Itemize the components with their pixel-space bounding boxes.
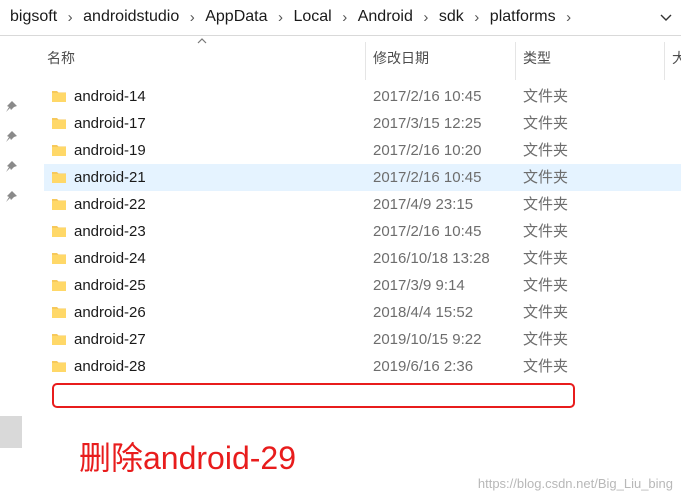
file-type: 文件夹 — [523, 250, 569, 267]
file-date: 2017/2/16 10:45 — [373, 223, 482, 240]
file-list: android-14 2017/2/16 10:45 文件夹 android-17 20… — [44, 83, 681, 380]
chevron-down-icon — [660, 14, 672, 21]
file-type: 文件夹 — [523, 304, 569, 321]
column-size[interactable]: 大 — [672, 36, 681, 80]
file-type: 文件夹 — [523, 331, 569, 348]
watermark: https://blog.csdn.net/Big_Liu_bing — [477, 476, 673, 491]
breadcrumb-separator-icon[interactable]: › — [273, 9, 287, 26]
file-date: 2017/3/15 12:25 — [373, 115, 482, 132]
breadcrumb-item-android[interactable]: Android — [356, 8, 415, 26]
file-type: 文件夹 — [523, 169, 569, 186]
file-type: 文件夹 — [523, 88, 569, 105]
column-type[interactable]: 类型 — [523, 36, 551, 80]
file-type: 文件夹 — [523, 358, 569, 375]
file-row[interactable]: android-27 2019/10/15 9:22 文件夹 — [44, 326, 681, 353]
file-row[interactable]: android-19 2017/2/16 10:20 文件夹 — [44, 137, 681, 164]
file-row[interactable]: android-21 2017/2/16 10:45 文件夹 — [44, 164, 681, 191]
file-date: 2017/2/16 10:45 — [373, 88, 482, 105]
folder-icon — [52, 226, 66, 237]
file-type: 文件夹 — [523, 223, 569, 240]
column-divider[interactable] — [664, 42, 665, 80]
pin-icon[interactable] — [4, 130, 18, 144]
breadcrumb-item-bigsoft[interactable]: bigsoft — [8, 8, 59, 26]
file-row[interactable]: android-23 2017/2/16 10:45 文件夹 — [44, 218, 681, 245]
breadcrumb-separator-icon[interactable]: › — [419, 9, 433, 26]
folder-icon — [52, 253, 66, 264]
folder-icon — [52, 91, 66, 102]
file-row[interactable]: android-24 2016/10/18 13:28 文件夹 — [44, 245, 681, 272]
breadcrumb-separator-icon[interactable]: › — [338, 9, 352, 26]
folder-icon — [52, 145, 66, 156]
breadcrumb-item-sdk[interactable]: sdk — [437, 8, 466, 26]
file-name: android-22 — [74, 196, 146, 213]
folder-icon — [52, 361, 66, 372]
breadcrumb-item-androidstudio[interactable]: androidstudio — [81, 8, 181, 26]
file-date: 2017/2/16 10:45 — [373, 169, 482, 186]
address-bar[interactable]: bigsoft › androidstudio › AppData › Loca… — [0, 0, 681, 36]
folder-icon — [52, 199, 66, 210]
file-name: android-25 — [74, 277, 146, 294]
nav-selected-item[interactable] — [0, 416, 22, 448]
pin-icon[interactable] — [4, 190, 18, 204]
breadcrumb-item-platforms[interactable]: platforms — [488, 8, 558, 26]
file-name: android-19 — [74, 142, 146, 159]
sort-up-icon — [197, 38, 207, 44]
file-date: 2017/3/9 9:14 — [373, 277, 465, 294]
file-type: 文件夹 — [523, 196, 569, 213]
file-name: android-28 — [74, 358, 146, 375]
column-divider[interactable] — [515, 42, 516, 80]
column-divider[interactable] — [365, 42, 366, 80]
annotation-text: 删除android-29 — [79, 440, 297, 476]
file-row[interactable]: android-14 2017/2/16 10:45 文件夹 — [44, 83, 681, 110]
breadcrumb: bigsoft › androidstudio › AppData › Loca… — [8, 8, 580, 26]
folder-icon — [52, 172, 66, 183]
folder-icon — [52, 334, 66, 345]
file-name: android-14 — [74, 88, 146, 105]
file-name: android-27 — [74, 331, 146, 348]
file-row[interactable]: android-26 2018/4/4 15:52 文件夹 — [44, 299, 681, 326]
file-date: 2019/6/16 2:36 — [373, 358, 474, 375]
address-dropdown-button[interactable] — [655, 6, 677, 30]
file-name: android-24 — [74, 250, 146, 267]
file-date: 2016/10/18 13:28 — [373, 250, 490, 267]
folder-icon — [52, 118, 66, 129]
file-type: 文件夹 — [523, 115, 569, 132]
breadcrumb-separator-icon[interactable]: › — [185, 9, 199, 26]
file-row[interactable]: android-28 2019/6/16 2:36 文件夹 — [44, 353, 681, 380]
file-name: android-21 — [74, 169, 146, 186]
file-name: android-23 — [74, 223, 146, 240]
file-type: 文件夹 — [523, 142, 569, 159]
column-date-modified[interactable]: 修改日期 — [373, 36, 429, 80]
file-name: android-17 — [74, 115, 146, 132]
file-row[interactable]: android-17 2017/3/15 12:25 文件夹 — [44, 110, 681, 137]
file-date: 2017/4/9 23:15 — [373, 196, 474, 213]
breadcrumb-separator-icon[interactable]: › — [470, 9, 484, 26]
column-name[interactable]: 名称 — [47, 36, 75, 80]
file-date: 2018/4/4 15:52 — [373, 304, 474, 321]
breadcrumb-separator-icon[interactable]: › — [562, 9, 576, 26]
file-date: 2017/2/16 10:20 — [373, 142, 482, 159]
folder-icon — [52, 280, 66, 291]
file-row[interactable]: android-25 2017/3/9 9:14 文件夹 — [44, 272, 681, 299]
column-header: 名称 修改日期 类型 大 — [36, 36, 681, 80]
breadcrumb-item-local[interactable]: Local — [291, 8, 333, 26]
pin-icon[interactable] — [4, 100, 18, 114]
navigation-pane[interactable] — [0, 36, 24, 503]
file-name: android-26 — [74, 304, 146, 321]
file-row[interactable]: android-22 2017/4/9 23:15 文件夹 — [44, 191, 681, 218]
breadcrumb-item-appdata[interactable]: AppData — [203, 8, 269, 26]
pin-icon[interactable] — [4, 160, 18, 174]
folder-icon — [52, 307, 66, 318]
file-type: 文件夹 — [523, 277, 569, 294]
file-date: 2019/10/15 9:22 — [373, 331, 482, 348]
highlight-box — [52, 383, 575, 408]
breadcrumb-separator-icon[interactable]: › — [63, 9, 77, 26]
